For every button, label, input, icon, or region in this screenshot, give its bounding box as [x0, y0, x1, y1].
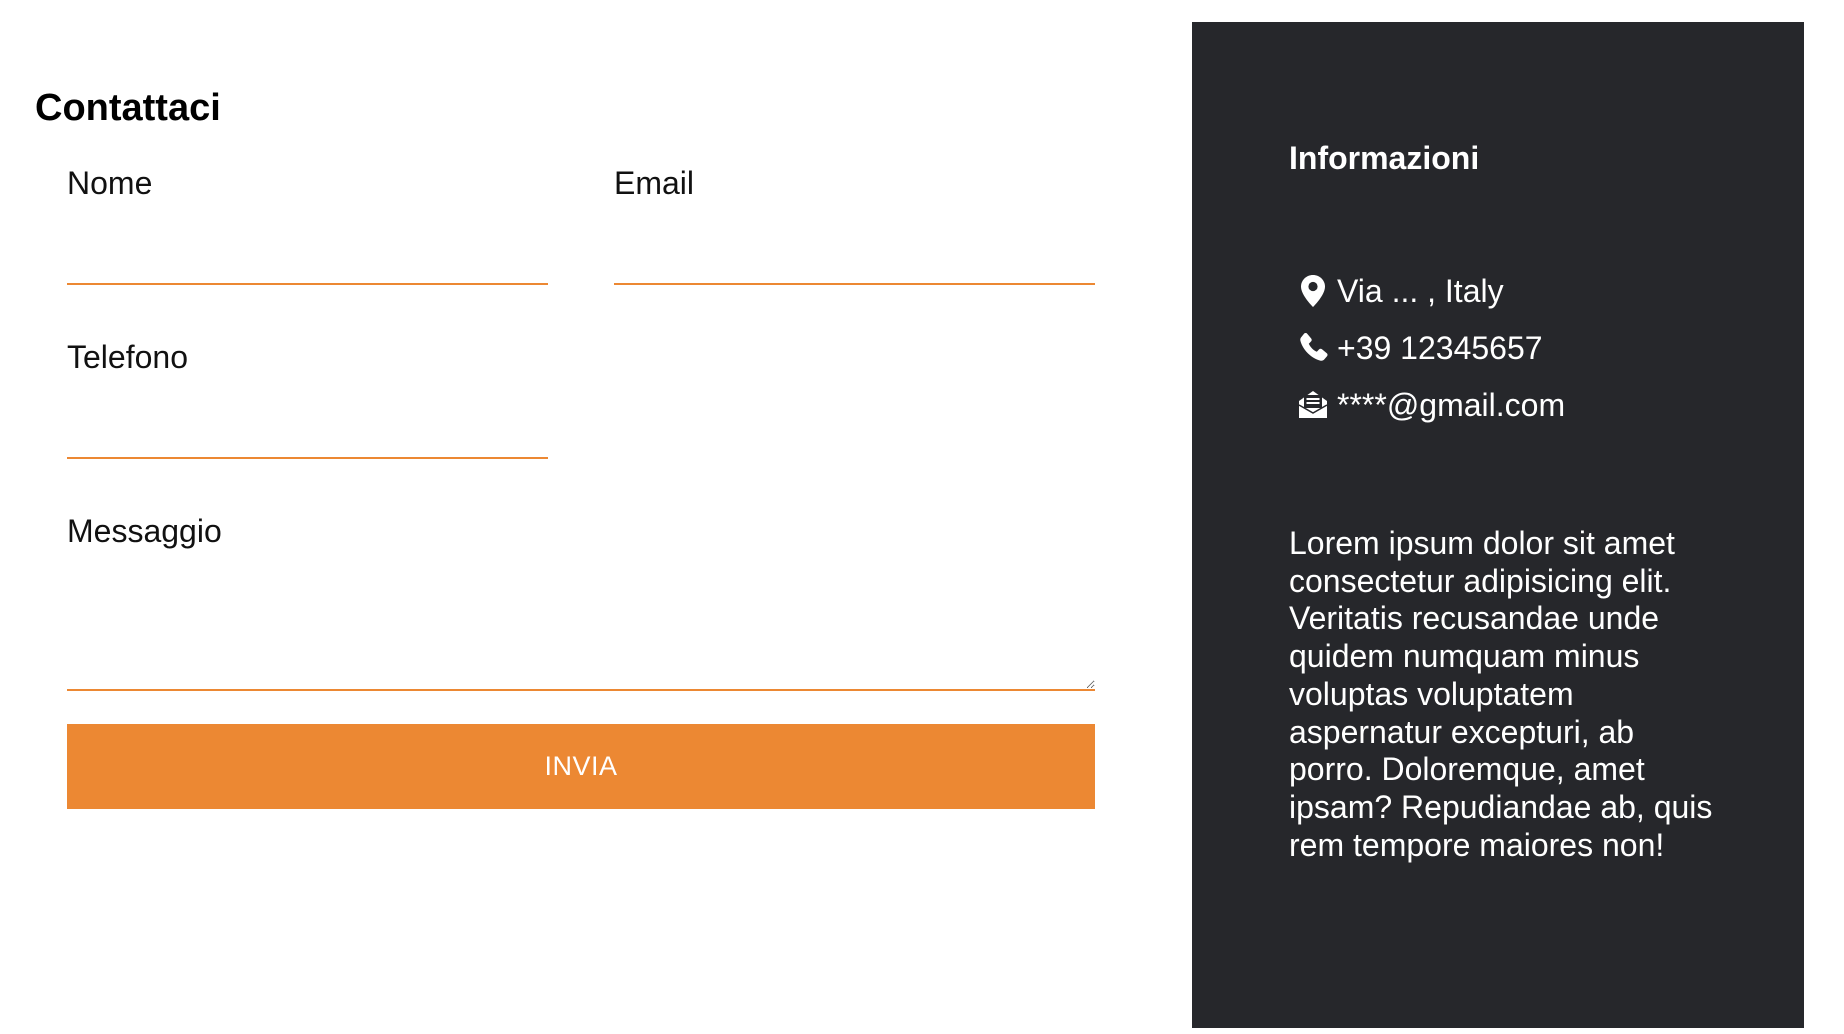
email-item: ****@gmail.com: [1295, 376, 1565, 433]
email-text: ****@gmail.com: [1337, 386, 1566, 423]
submit-button[interactable]: INVIA: [67, 724, 1095, 809]
email-input[interactable]: [614, 233, 1095, 285]
address-item: Via ... , Italy: [1295, 262, 1565, 319]
telefono-label: Telefono: [67, 339, 188, 375]
contact-form: Contattaci Nome Email Telefono Messaggio…: [0, 0, 1190, 1034]
contact-details-list: Via ... , Italy +39 12345657 ****@gmail.…: [1295, 262, 1565, 433]
nome-label: Nome: [67, 165, 153, 201]
info-description: Lorem ipsum dolor sit amet consectetur a…: [1289, 525, 1713, 863]
contact-page: Contattaci Nome Email Telefono Messaggio…: [0, 0, 1844, 1034]
info-panel: Informazioni Via ... , Italy +39 1234565…: [1192, 22, 1804, 1028]
messaggio-textarea[interactable]: [67, 588, 1095, 691]
phone-icon: [1295, 330, 1331, 366]
phone-text: +39 12345657: [1337, 329, 1543, 366]
telefono-field-group: Telefono: [67, 337, 548, 459]
envelope-open-icon: [1295, 387, 1331, 423]
info-title: Informazioni: [1289, 140, 1480, 176]
nome-input[interactable]: [67, 233, 548, 285]
email-label: Email: [614, 165, 695, 201]
form-title: Contattaci: [35, 87, 221, 129]
address-text: Via ... , Italy: [1337, 272, 1504, 309]
email-field-group: Email: [614, 163, 1095, 285]
telefono-input[interactable]: [67, 407, 548, 459]
map-pin-icon: [1295, 273, 1331, 309]
messaggio-field-group: Messaggio: [67, 511, 1095, 691]
messaggio-label: Messaggio: [67, 513, 222, 549]
nome-field-group: Nome: [67, 163, 548, 285]
phone-item: +39 12345657: [1295, 319, 1565, 376]
